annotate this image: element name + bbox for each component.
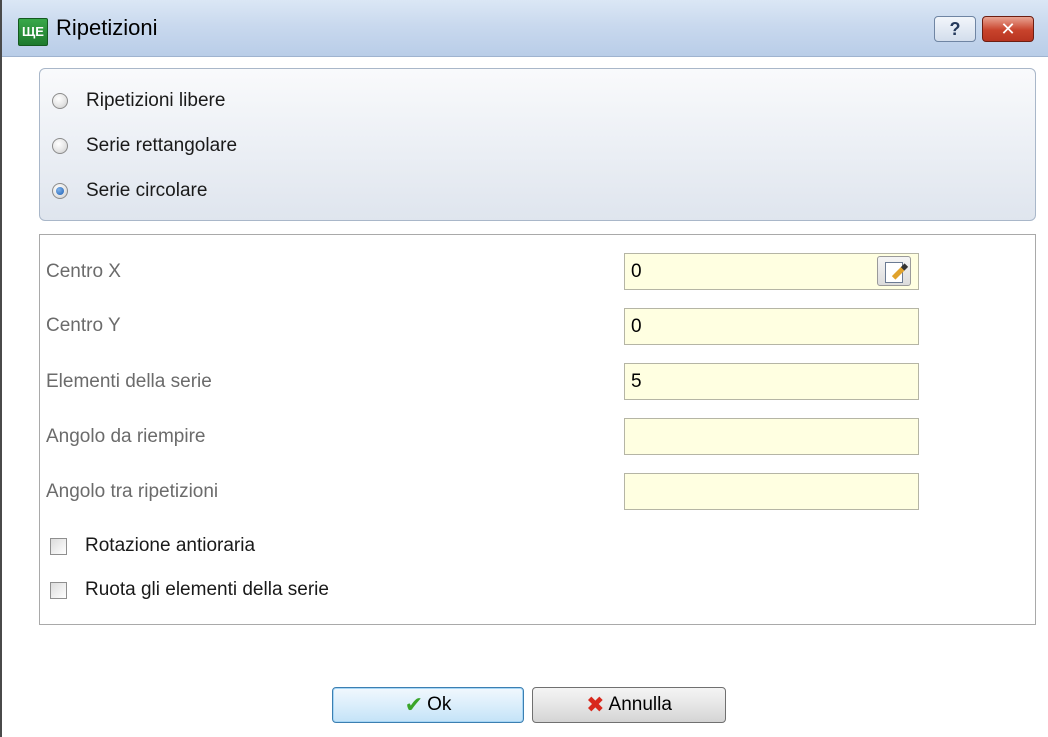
checkbox[interactable] (50, 537, 67, 555)
ok-label: Ok (427, 694, 452, 715)
radio-serie-rettangolare[interactable]: Serie rettangolare (52, 133, 237, 159)
checkbox-rotazione-antioraria[interactable]: Rotazione antioraria (50, 535, 255, 557)
checkbox-label: Rotazione antioraria (85, 535, 256, 556)
elementi-serie-input[interactable]: 5 (624, 363, 919, 400)
cancel-button[interactable]: ✖ Annulla (532, 687, 726, 723)
centro-x-label: Centro X (46, 261, 121, 282)
angolo-riempire-input[interactable] (624, 418, 919, 455)
checkmark-icon: ✔ (404, 692, 424, 717)
title-bar[interactable]: ЩЕ Ripetizioni ? ✕ (2, 0, 1048, 57)
angolo-riempire-label: Angolo da riempire (46, 426, 206, 447)
app-icon: ЩЕ (18, 18, 48, 46)
centro-y-label: Centro Y (46, 315, 121, 336)
close-button[interactable]: ✕ (982, 16, 1034, 42)
angolo-ripetizioni-label: Angolo tra ripetizioni (46, 481, 219, 502)
help-button[interactable]: ? (934, 16, 976, 42)
radio-button-selected[interactable] (52, 183, 68, 199)
checkbox-label: Ruota gli elementi della serie (85, 579, 329, 600)
centro-x-input[interactable]: 0 (624, 253, 919, 290)
radio-button[interactable] (52, 93, 68, 109)
red-x-icon: ✖ (586, 692, 605, 717)
radio-ripetizioni-libere[interactable]: Ripetizioni libere (52, 88, 225, 114)
angolo-ripetizioni-input[interactable] (624, 473, 919, 510)
centro-y-input[interactable]: 0 (624, 308, 919, 345)
checkbox[interactable] (50, 581, 67, 599)
elementi-serie-label: Elementi della serie (46, 371, 212, 392)
edit-note-icon[interactable] (877, 256, 911, 286)
radio-label: Serie circolare (86, 180, 208, 201)
ok-button[interactable]: ✔ Ok (332, 687, 524, 723)
dialog-window: ЩЕ Ripetizioni ? ✕ Ripetizioni libere Se… (0, 0, 1048, 737)
checkbox-ruota-elementi[interactable]: Ruota gli elementi della serie (50, 579, 329, 601)
radio-label: Serie rettangolare (86, 135, 238, 156)
radio-button[interactable] (52, 138, 68, 154)
radio-serie-circolare[interactable]: Serie circolare (52, 178, 207, 204)
cancel-label: Annulla (608, 694, 672, 715)
window-title: Ripetizioni (56, 15, 158, 40)
radio-label: Ripetizioni libere (86, 90, 226, 111)
